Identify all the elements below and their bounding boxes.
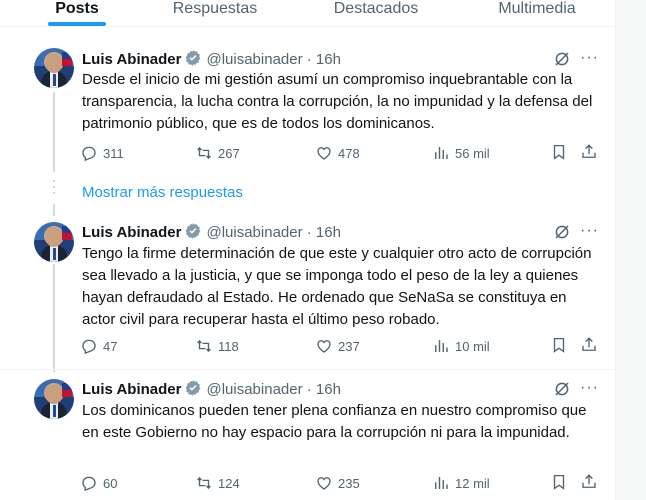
avatar[interactable]	[34, 379, 74, 419]
repost-count: 118	[218, 338, 239, 354]
grok-icon[interactable]	[553, 50, 571, 68]
tweet-header: Luis Abinader @luisabinader · 16h	[82, 379, 341, 399]
like-button[interactable]: 235	[315, 473, 360, 493]
tweet-divider	[0, 369, 615, 370]
tab-posts-label: Posts	[55, 0, 99, 17]
bookmark-icon	[553, 144, 565, 160]
flag-graphic	[62, 226, 72, 240]
bookmark-button[interactable]	[550, 336, 570, 356]
like-button[interactable]: 478	[315, 143, 360, 163]
share-button[interactable]	[580, 473, 600, 493]
bookmark-button[interactable]	[550, 473, 570, 493]
tab-respuestas-label: Respuestas	[172, 0, 258, 17]
thread-dots	[53, 180, 55, 198]
thread-connector-line	[53, 92, 55, 172]
tweet-actions: 311 267 478 56 mil	[80, 143, 600, 163]
views-icon	[435, 147, 448, 159]
timeline-column: Posts Respuestas Destacados Multimedia L…	[0, 0, 616, 500]
bookmark-icon	[553, 474, 565, 490]
like-count: 237	[338, 338, 360, 354]
reply-icon	[82, 339, 96, 355]
share-icon	[582, 144, 596, 158]
like-count: 478	[338, 145, 360, 161]
more-options-icon[interactable]: ···	[580, 223, 598, 243]
reply-button[interactable]: 311	[80, 143, 124, 163]
view-count: 10 mil	[455, 338, 490, 354]
repost-button[interactable]: 267	[195, 143, 240, 163]
heart-icon	[317, 340, 331, 353]
tweet-text: Los dominicanos pueden tener plena confi…	[82, 402, 587, 441]
views-icon	[435, 477, 448, 489]
avatar[interactable]	[34, 222, 74, 262]
views-icon	[435, 340, 448, 352]
bookmark-icon	[553, 337, 565, 353]
like-button[interactable]: 237	[315, 336, 360, 356]
repost-count: 124	[218, 475, 240, 491]
share-icon	[582, 337, 596, 351]
tab-destacados-label: Destacados	[333, 0, 419, 17]
view-count: 12 mil	[455, 475, 490, 491]
heart-icon	[317, 477, 331, 490]
tweet-text: Tengo la firme determinación de que este…	[82, 245, 592, 328]
share-button[interactable]	[580, 143, 600, 163]
repost-button[interactable]: 118	[195, 336, 239, 356]
tab-multimedia[interactable]: Multimedia	[484, 0, 590, 26]
tweet-actions: 47 118 237 10 mil	[80, 336, 600, 356]
author-name[interactable]: Luis Abinader	[82, 224, 181, 241]
like-count: 235	[338, 475, 360, 491]
views-button[interactable]: 12 mil	[432, 473, 490, 493]
share-button[interactable]	[580, 336, 600, 356]
avatar[interactable]	[34, 48, 74, 88]
reply-icon	[82, 476, 96, 492]
heart-icon	[317, 147, 331, 160]
flag-graphic	[62, 383, 72, 397]
author-name[interactable]: Luis Abinader	[82, 381, 181, 398]
profile-tabs: Posts Respuestas Destacados Multimedia	[0, 0, 615, 27]
tweet-actions: 60 124 235 12 mil	[80, 473, 600, 493]
tab-posts[interactable]: Posts	[40, 0, 114, 26]
share-icon	[582, 474, 596, 488]
views-button[interactable]: 56 mil	[432, 143, 490, 163]
tab-respuestas[interactable]: Respuestas	[160, 0, 270, 26]
tab-destacados[interactable]: Destacados	[320, 0, 432, 26]
more-options-icon[interactable]: ···	[580, 380, 598, 400]
reply-count: 311	[103, 145, 124, 161]
right-panel-background	[616, 0, 646, 500]
reply-button[interactable]: 47	[80, 336, 117, 356]
reply-icon	[82, 146, 96, 162]
repost-icon	[197, 476, 211, 490]
repost-icon	[197, 339, 211, 353]
thread-connector-line	[53, 204, 55, 216]
bookmark-button[interactable]	[550, 143, 570, 163]
tweet-header: Luis Abinader @luisabinader · 16h	[82, 222, 341, 242]
author-handle-time[interactable]: @luisabinader · 16h	[206, 224, 340, 241]
views-button[interactable]: 10 mil	[432, 336, 490, 356]
repost-count: 267	[218, 145, 240, 161]
tweet-header: Luis Abinader @luisabinader · 16h	[82, 49, 341, 69]
author-handle-time[interactable]: @luisabinader · 16h	[206, 381, 340, 398]
reply-button[interactable]: 60	[80, 473, 117, 493]
author-name[interactable]: Luis Abinader	[82, 51, 181, 68]
grok-icon[interactable]	[553, 223, 571, 241]
author-handle-time[interactable]: @luisabinader · 16h	[206, 51, 340, 68]
reply-count: 60	[103, 475, 118, 491]
flag-graphic	[62, 52, 72, 66]
more-options-icon[interactable]: ···	[580, 50, 598, 70]
view-count: 56 mil	[455, 145, 490, 161]
repost-button[interactable]: 124	[195, 473, 240, 493]
tab-multimedia-label: Multimedia	[498, 0, 576, 17]
thread-connector-line	[53, 264, 55, 372]
tweet-text: Desde el inicio de mi gestión asumí un c…	[82, 71, 593, 132]
repost-icon	[197, 146, 211, 160]
reply-count: 47	[103, 338, 118, 354]
show-more-replies-link[interactable]: Mostrar más respuestas	[82, 183, 243, 203]
grok-icon[interactable]	[553, 380, 571, 398]
active-tab-indicator	[48, 22, 106, 26]
